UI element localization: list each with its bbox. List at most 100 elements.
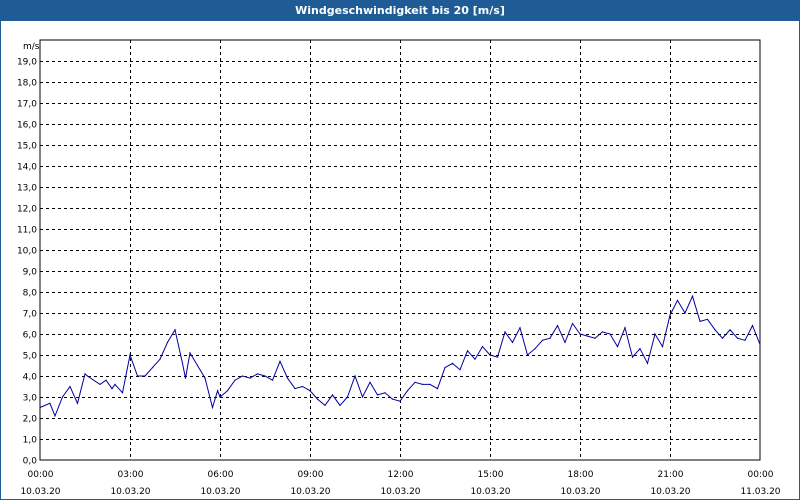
data-point (436, 388, 439, 390)
data-point (241, 375, 244, 377)
data-point (676, 299, 679, 301)
y-tick-label: 13,0 (17, 184, 37, 194)
x-tick-date-label: 10.03.20 (560, 487, 600, 497)
data-point (714, 329, 716, 331)
data-point (496, 356, 499, 358)
data-point (639, 348, 641, 350)
data-point (264, 375, 266, 377)
data-point (309, 390, 311, 392)
data-point (594, 337, 596, 339)
data-point (286, 377, 289, 379)
data-point (571, 322, 574, 325)
data-point (549, 337, 551, 339)
data-point (331, 394, 334, 396)
data-point (39, 406, 41, 409)
chart-canvas: 0,0 1,0 2,0 3,0 4,0 5,0 6,0 7,0 8,0 9,0 10,0 11,0 12… (17, 39, 781, 497)
y-tick-label: 0,0 (23, 457, 38, 467)
data-point (669, 314, 671, 316)
data-point (376, 394, 379, 396)
data-point (429, 383, 431, 385)
data-point (759, 343, 761, 346)
data-point (346, 396, 349, 398)
data-point (189, 352, 191, 354)
data-point (111, 388, 113, 390)
x-tick-date-label: 10.03.20 (650, 487, 690, 497)
data-point (369, 381, 371, 383)
data-point (481, 346, 484, 348)
y-tick-label: 11,0 (17, 226, 37, 236)
data-point (196, 364, 199, 367)
x-tick-time-label: 00:00 (748, 470, 774, 480)
y-tick-label: 1,0 (23, 436, 38, 446)
data-point (121, 392, 124, 394)
data-point (414, 381, 416, 383)
data-point (339, 404, 341, 406)
data-point (579, 333, 581, 335)
data-point (616, 346, 619, 348)
data-point (661, 346, 664, 348)
x-tick-time-label: 09:00 (298, 470, 324, 480)
y-tick-label: 4,0 (23, 373, 38, 383)
data-point (489, 354, 491, 356)
data-point (129, 354, 131, 356)
y-tick-label: 5,0 (23, 352, 38, 362)
y-axis-tick-labels: 0,0 1,0 2,0 3,0 4,0 5,0 6,0 7,0 8,0 9,0 10,0 11,0 12… (17, 58, 37, 467)
x-tick-time-label: 15:00 (478, 470, 504, 480)
data-point (86, 375, 88, 377)
data-point (474, 358, 476, 360)
data-point (144, 375, 146, 377)
data-point (699, 320, 701, 322)
y-tick-label: 7,0 (23, 310, 38, 320)
data-point (519, 327, 521, 329)
data-point (729, 329, 731, 331)
data-point (526, 354, 529, 356)
data-point (114, 383, 116, 385)
data-point (609, 333, 611, 335)
data-point (631, 356, 634, 358)
data-point (361, 396, 364, 398)
data-point (151, 367, 154, 369)
data-point (466, 350, 469, 352)
data-point (399, 400, 401, 402)
data-point (654, 333, 656, 335)
data-point (459, 369, 461, 371)
data-point (744, 339, 746, 341)
data-point (105, 379, 107, 381)
data-point (136, 375, 139, 377)
data-point (406, 390, 409, 392)
x-tick-time-label: 18:00 (568, 470, 594, 480)
y-tick-label: 6,0 (23, 331, 38, 341)
x-axis-tick-labels: 00:00 10.03.20 03:00 10.03.20 06:00 10.03.20 0… (20, 470, 780, 497)
data-point (204, 377, 206, 379)
data-point (684, 312, 686, 314)
data-point (354, 375, 356, 377)
y-tick-label: 16,0 (17, 121, 37, 131)
data-point (69, 385, 71, 388)
y-tick-label: 8,0 (23, 289, 38, 299)
data-point (751, 325, 754, 327)
data-point (601, 331, 604, 333)
data-point (556, 325, 559, 327)
data-point (324, 404, 326, 406)
y-tick-label: 12,0 (17, 205, 37, 215)
data-point (736, 337, 739, 339)
data-point (534, 348, 536, 350)
x-tick-date-label: 10.03.20 (380, 487, 420, 497)
x-tick-time-label: 06:00 (208, 470, 234, 480)
data-point (301, 385, 304, 388)
data-point (159, 358, 161, 360)
data-point (586, 335, 589, 337)
data-point (181, 362, 184, 364)
data-point (294, 388, 296, 390)
y-tick-label: 2,0 (23, 415, 38, 425)
data-point (316, 398, 319, 400)
data-point (624, 327, 626, 329)
data-point (384, 392, 386, 394)
y-tick-label: 14,0 (17, 163, 37, 173)
data-point (271, 379, 274, 381)
x-tick-date-label: 11.03.20 (740, 487, 780, 497)
data-point (249, 377, 251, 379)
x-tick-date-label: 10.03.20 (110, 487, 150, 497)
y-tick-label: 10,0 (17, 247, 37, 257)
data-point (421, 383, 424, 385)
